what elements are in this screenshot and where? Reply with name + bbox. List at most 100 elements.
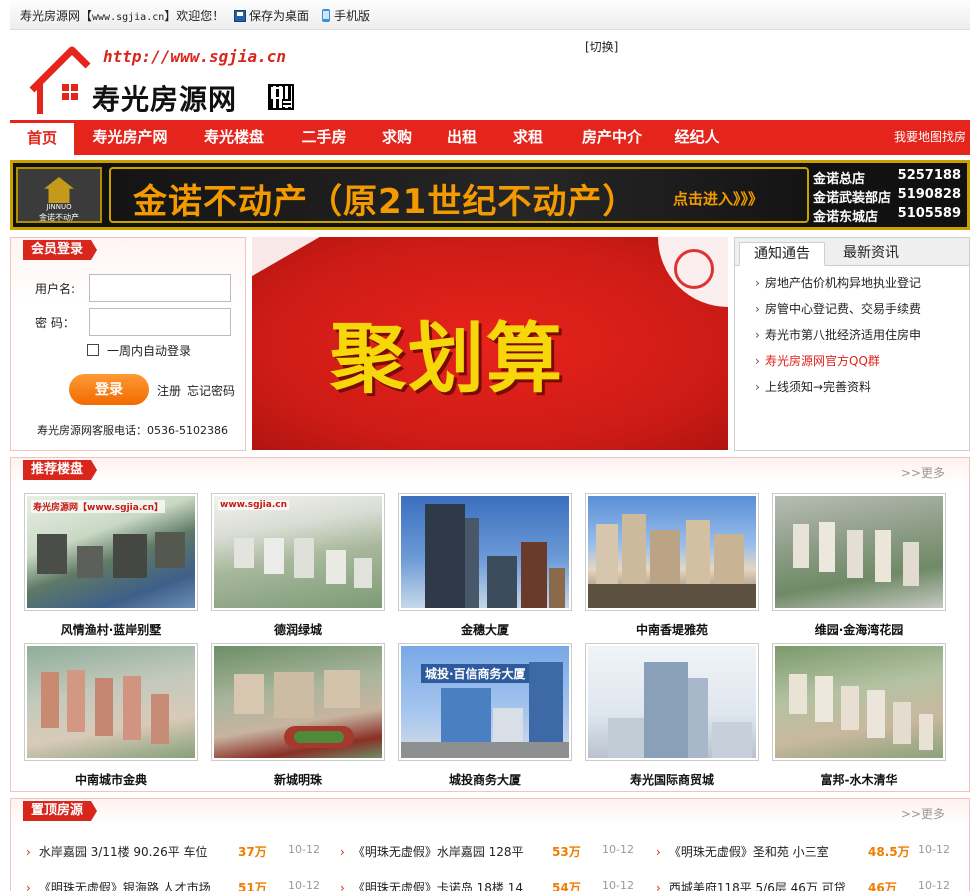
notice-item[interactable]: 寿光市第八批经济适用住房申	[755, 326, 921, 352]
arrow-icon: ›	[340, 881, 345, 891]
listing-date: 10-12	[602, 843, 634, 856]
building-name[interactable]: 中南香堤雅苑	[585, 621, 759, 638]
notice-item[interactable]: 寿光房源网官方QQ群	[755, 352, 921, 378]
listing-title[interactable]: 西城美府118平 5/6层 46万 可贷	[669, 881, 846, 891]
building-name[interactable]: 城投商务大厦	[398, 771, 572, 788]
listing-date: 10-12	[918, 879, 950, 891]
building-name[interactable]: 维园·金海湾花园	[772, 621, 946, 638]
section-title: 推荐楼盘	[23, 460, 98, 480]
house-icon	[44, 177, 74, 203]
arrow-icon: ›	[656, 881, 661, 891]
brand-cn: 金诺不动产	[39, 213, 79, 222]
password-input[interactable]	[89, 308, 231, 336]
more-link[interactable]: >>更多	[901, 805, 945, 822]
save-desktop-link[interactable]: 保存为桌面	[234, 7, 309, 24]
promo-banner[interactable]: 聚划算	[252, 237, 728, 450]
listing-title[interactable]: 《明珠无虚假》圣和苑 小三室	[669, 845, 829, 859]
more-link[interactable]: >>更多	[901, 464, 945, 481]
welcome-text: 寿光房源网【www.sgjia.cn】欢迎您！	[20, 9, 225, 23]
building-photo[interactable]	[398, 493, 572, 611]
section-header	[11, 799, 969, 825]
listing-title[interactable]: 《明珠无虚假》水岸嘉园 128平	[353, 845, 524, 859]
qr-code-icon	[268, 84, 294, 110]
building-photo[interactable]	[772, 493, 946, 611]
nav-item-wanted[interactable]: 求购	[372, 120, 422, 155]
building-name[interactable]: 德润绿城	[211, 621, 385, 638]
site-logo[interactable]: http://www.sgjia.cn 寿光房源网	[28, 44, 298, 116]
notice-item[interactable]: 房地产估价机构异地执业登记	[755, 274, 921, 300]
building-name[interactable]: 金穗大厦	[398, 621, 572, 638]
banner-branches: 金诺总店 5257188 金诺武装部店 5190828 金诺东城店 5105589	[813, 168, 965, 225]
listing-date: 10-12	[602, 879, 634, 891]
section-header	[11, 458, 969, 484]
notice-list: 房地产估价机构异地执业登记 房管中心登记费、交易手续费 寿光市第八批经济适用住房…	[755, 274, 921, 404]
notice-panel: 通知通告 最新资讯 房地产估价机构异地执业登记 房管中心登记费、交易手续费 寿光…	[734, 237, 970, 451]
brand-en: JINNUO	[46, 203, 72, 211]
branch-row: 金诺总店 5257188	[813, 168, 961, 187]
top-bar: 寿光房源网【www.sgjia.cn】欢迎您！ 保存为桌面 手机版	[10, 0, 970, 30]
register-link[interactable]: 注册	[157, 382, 181, 399]
listing-title[interactable]: 水岸嘉园 3/11楼 90.26平 车位	[39, 845, 208, 859]
username-input[interactable]	[89, 274, 231, 302]
save-icon	[234, 10, 246, 22]
building-name[interactable]: 寿光国际商贸城	[585, 771, 759, 788]
tab-news[interactable]: 最新资讯	[829, 242, 913, 266]
listing-price: 46万	[868, 881, 897, 891]
arrow-icon: ›	[340, 845, 345, 859]
listing-item[interactable]: › 《明珠无虚假》水岸嘉园 128平 53万 10-12	[340, 843, 650, 869]
banner-headline: 金诺不动产（原21世纪不动产）	[133, 182, 638, 222]
map-search-link[interactable]: 我要地图找房	[894, 120, 966, 155]
notice-item[interactable]: 房管中心登记费、交易手续费	[755, 300, 921, 326]
main-nav: 首页 寿光房产网 寿光楼盘 二手房 求购 出租 求租 房产中介 经纪人 我要地图…	[10, 120, 970, 155]
banner-brand-logo: JINNUO 金诺不动产	[16, 167, 102, 223]
building-name[interactable]: 中南城市金典	[24, 771, 198, 788]
building-name[interactable]: 新城明珠	[211, 771, 385, 788]
listing-item[interactable]: › 西城美府118平 5/6层 46万 可贷 46万 10-12	[656, 879, 966, 891]
nav-item-realestate[interactable]: 寿光房产网	[82, 120, 178, 155]
city-switch-link[interactable]: [切换]	[585, 38, 618, 55]
building-photo[interactable]: 寿光房源网【www.sgjia.cn】	[24, 493, 198, 611]
ad-banner[interactable]: JINNUO 金诺不动产 金诺不动产（原21世纪不动产） 点击进入》》》 金诺总…	[10, 160, 970, 230]
listing-title[interactable]: 《明珠无虚假》卡诺岛 18楼 14	[353, 881, 523, 891]
listing-item[interactable]: › 《明珠无虚假》圣和苑 小三室 48.5万 10-12	[656, 843, 966, 869]
building-name[interactable]: 风情渔村·蓝岸别墅	[24, 621, 198, 638]
notice-item[interactable]: 上线须知→完善资料	[755, 378, 921, 404]
photo-watermark: 寿光房源网【www.sgjia.cn】	[31, 500, 165, 513]
nav-item-agency[interactable]: 房产中介	[572, 120, 652, 155]
listing-title[interactable]: 《明珠无虚假》银海路 人才市场	[39, 881, 211, 891]
building-photo[interactable]	[772, 643, 946, 761]
building-photo[interactable]: 城投·百信商务大厦	[398, 643, 572, 761]
nav-item-home[interactable]: 首页	[10, 120, 74, 155]
banner-enter-link[interactable]: 点击进入》》》	[673, 188, 763, 209]
promo-stamp	[658, 237, 728, 307]
building-photo[interactable]	[24, 643, 198, 761]
remember-checkbox[interactable]	[87, 344, 99, 356]
building-photo[interactable]: www.sgjia.cn	[211, 493, 385, 611]
arrow-icon: ›	[26, 845, 31, 859]
building-photo[interactable]	[585, 493, 759, 611]
nav-item-rent[interactable]: 出租	[438, 120, 486, 155]
listing-item[interactable]: › 《明珠无虚假》银海路 人才市场 51万 10-12	[26, 879, 336, 891]
promo-text: 聚划算	[330, 314, 564, 403]
building-photo[interactable]	[585, 643, 759, 761]
building-photo[interactable]	[211, 643, 385, 761]
nav-item-want-rent[interactable]: 求租	[504, 120, 552, 155]
nav-item-buildings[interactable]: 寿光楼盘	[192, 120, 276, 155]
tab-notices[interactable]: 通知通告	[739, 242, 825, 266]
listing-row: › 水岸嘉园 3/11楼 90.26平 车位 37万 10-12 › 《明珠无虚假》…	[10, 843, 970, 869]
login-button[interactable]: 登录	[69, 374, 149, 405]
listing-item[interactable]: › 水岸嘉园 3/11楼 90.26平 车位 37万 10-12	[26, 843, 336, 869]
listing-date: 10-12	[288, 843, 320, 856]
building-name[interactable]: 富邦-水木清华	[772, 771, 946, 788]
promo-decoration	[252, 237, 349, 286]
nav-item-secondhand[interactable]: 二手房	[290, 120, 358, 155]
listing-price: 37万	[238, 845, 267, 859]
nav-item-agent[interactable]: 经纪人	[666, 120, 728, 155]
forgot-password-link[interactable]: 忘记密码	[187, 382, 235, 399]
listing-date: 10-12	[288, 879, 320, 891]
listing-item[interactable]: › 《明珠无虚假》卡诺岛 18楼 14 54万 10-12	[340, 879, 650, 891]
listing-price: 53万	[552, 845, 581, 859]
mobile-version-link[interactable]: 手机版	[322, 7, 370, 24]
branch-row: 金诺东城店 5105589	[813, 206, 961, 225]
photo-caption: 城投·百信商务大厦	[421, 664, 530, 683]
